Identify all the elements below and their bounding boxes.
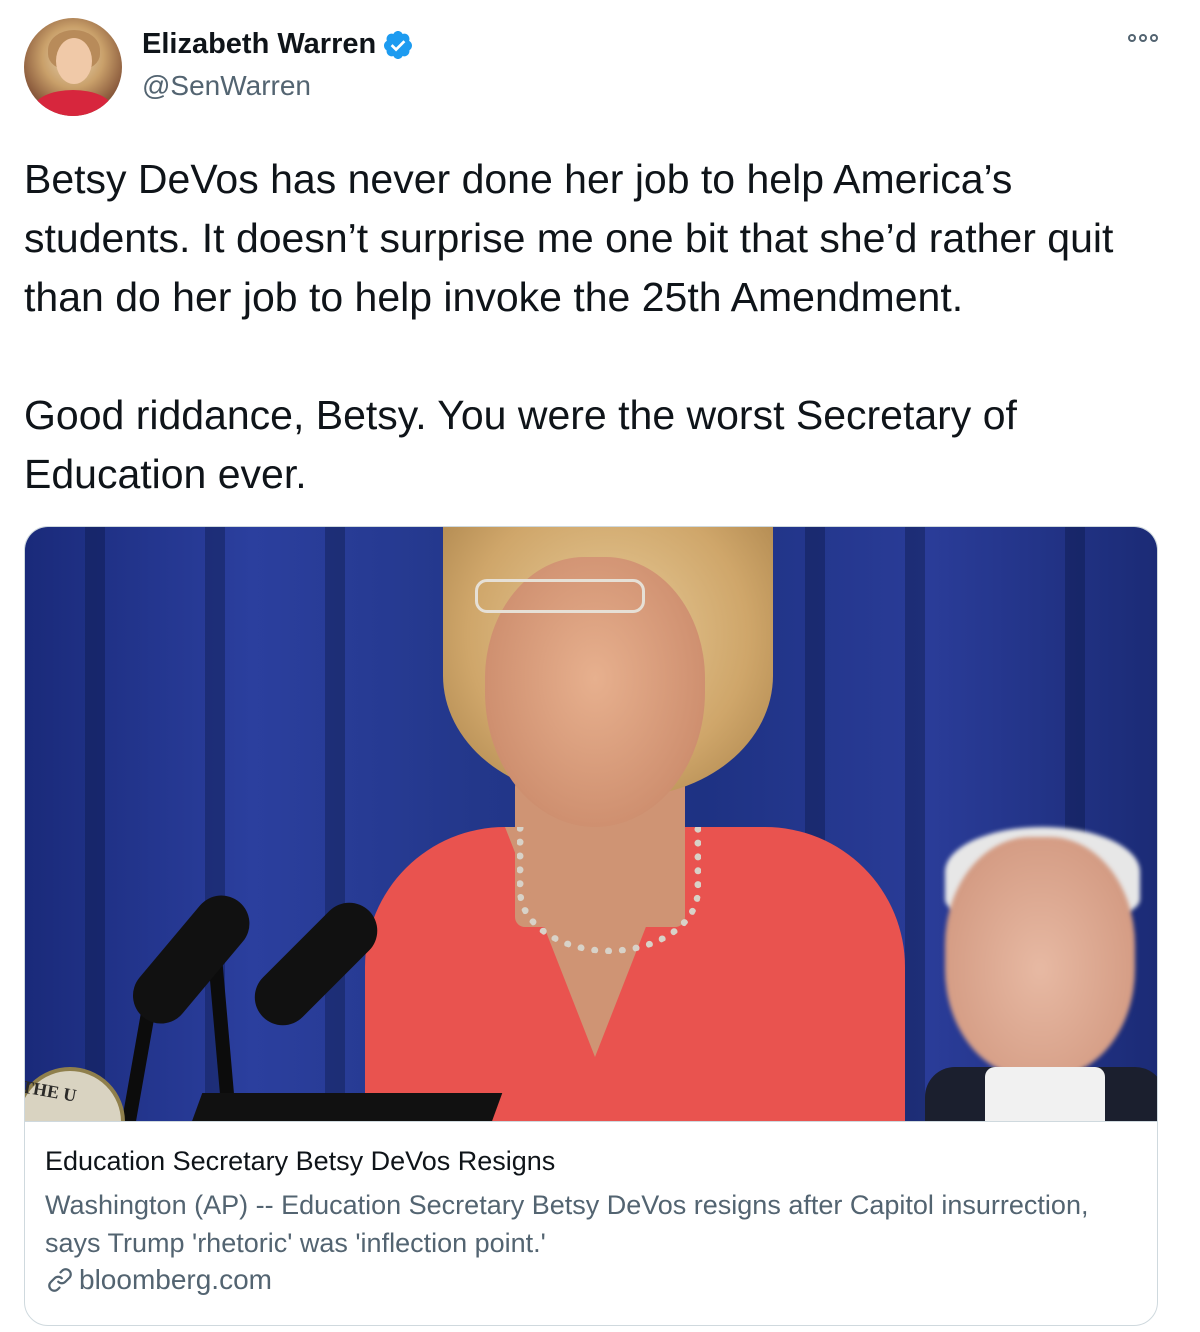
microphone-icon — [121, 884, 261, 1035]
man-collar — [985, 1067, 1105, 1121]
name-row: Elizabeth Warren — [142, 28, 414, 61]
link-card-image: THE U — [25, 527, 1157, 1121]
verified-badge-icon — [384, 30, 413, 59]
podium — [187, 1093, 503, 1121]
link-card-domain: bloomberg.com — [79, 1264, 272, 1295]
link-icon — [48, 1268, 72, 1292]
curtain-fold — [325, 527, 345, 1121]
pearl-necklace — [517, 827, 701, 954]
curtain-fold — [85, 527, 105, 1121]
presidential-seal: THE U — [25, 1067, 125, 1121]
display-name[interactable]: Elizabeth Warren — [142, 28, 376, 61]
avatar-shirt — [34, 90, 112, 116]
link-card-domain-row: bloomberg.com — [45, 1264, 1137, 1296]
tweet-text: Betsy DeVos has never done her job to he… — [24, 156, 1114, 497]
avatar-face — [56, 38, 92, 84]
glasses — [475, 579, 645, 613]
man-head — [945, 837, 1135, 1077]
more-dot — [1139, 34, 1147, 42]
link-card-info: Education Secretary Betsy DeVos Resigns … — [25, 1121, 1157, 1325]
link-card[interactable]: THE U Education Secretary Betsy DeVos Re… — [24, 526, 1158, 1326]
link-card-description: Washington (AP) -- Education Secretary B… — [45, 1190, 1089, 1258]
curtain-fold — [905, 527, 925, 1121]
seal-text: THE U — [25, 1076, 78, 1106]
avatar[interactable] — [24, 18, 122, 116]
more-dot — [1128, 34, 1136, 42]
tweet: Elizabeth Warren @SenWarren Betsy DeVos … — [0, 0, 1200, 1332]
more-options-icon[interactable] — [1128, 34, 1158, 42]
handle[interactable]: @SenWarren — [142, 70, 311, 102]
link-card-title: Education Secretary Betsy DeVos Resigns — [45, 1146, 556, 1176]
more-dot — [1150, 34, 1158, 42]
